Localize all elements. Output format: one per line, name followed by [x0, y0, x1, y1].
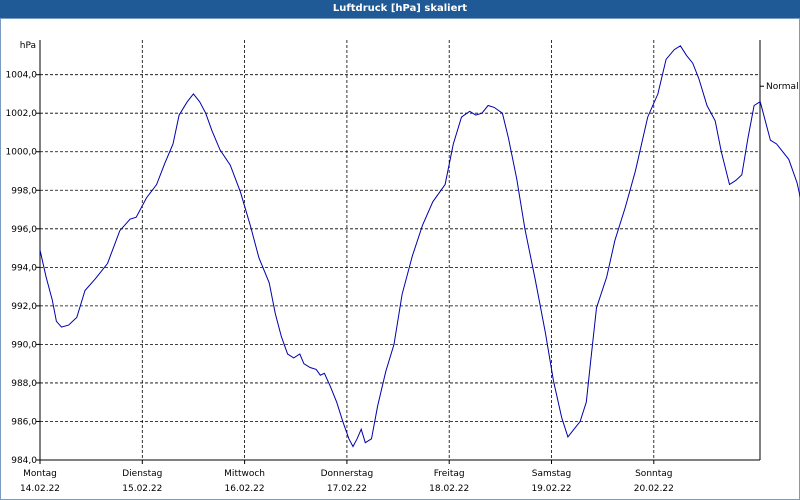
y-tick-label: 1004,0 — [6, 71, 38, 81]
x-tick-day: Samstag — [532, 469, 571, 479]
y-tick-label: 984,0 — [11, 456, 37, 466]
x-tick-date: 18.02.22 — [429, 484, 469, 494]
y-axis-label: hPa — [20, 41, 36, 51]
x-tick-day: Dienstag — [122, 469, 162, 479]
y-tick-label: 992,0 — [11, 302, 37, 312]
x-tick-date: 17.02.22 — [327, 484, 367, 494]
y-tick-label: 1002,0 — [6, 109, 38, 119]
x-tick-date: 20.02.22 — [634, 484, 674, 494]
x-tick-day: Donnerstag — [321, 469, 374, 479]
x-axis-ticks: Montag 14.02.22 Dienstag 15.02.22 Mittwoch 16… — [20, 460, 674, 494]
series-line — [39, 45, 800, 448]
y-tick-label: 1000,0 — [6, 148, 38, 158]
x-tick-date: 15.02.22 — [122, 484, 162, 494]
series — [39, 45, 800, 448]
axes — [39, 40, 764, 461]
x-tick-day: Mittwoch — [224, 469, 265, 479]
x-tick-date: 19.02.22 — [531, 484, 571, 494]
y-tick-label: 996,0 — [11, 225, 37, 235]
y-tick-label: 994,0 — [11, 263, 37, 273]
x-tick-day: Freitag — [434, 469, 465, 479]
x-tick-day: Montag — [23, 469, 57, 479]
y-tick-label: 998,0 — [11, 186, 37, 196]
y-tick-label: 986,0 — [11, 417, 37, 427]
luftdruck-chart: 984,0 986,0 988,0 990,0 992,0 994,0 996,0 998,0… — [6, 40, 800, 494]
y-axis-ticks: 984,0 986,0 988,0 990,0 992,0 994,0 996,0 998,0… — [6, 71, 40, 466]
y-tick-label: 990,0 — [11, 340, 37, 350]
x-tick-day: Sonntag — [635, 469, 672, 479]
x-tick-date: 16.02.22 — [225, 484, 265, 494]
x-tick-date: 14.02.22 — [20, 484, 60, 494]
y-tick-label: 988,0 — [11, 379, 37, 389]
normal-reference-label: Normal — [766, 82, 799, 92]
grid — [40, 40, 760, 461]
